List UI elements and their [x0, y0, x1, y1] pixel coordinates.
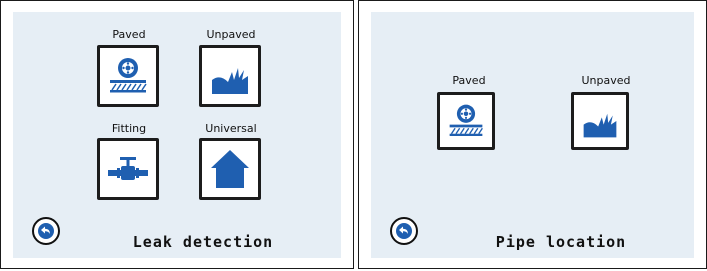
fitting-button[interactable] [97, 138, 159, 200]
paved-button[interactable] [97, 45, 159, 107]
paved-road-wheel-icon [110, 58, 147, 93]
leak-detection-panel: Paved Unpaved Fitting Universal Leak det… [0, 0, 354, 269]
tile-label-paved: Paved [112, 28, 146, 41]
back-arrow-icon [38, 223, 54, 239]
universal-button[interactable] [199, 138, 261, 200]
leak-detection-screen: Paved Unpaved Fitting Universal Leak det… [13, 12, 341, 258]
paved-button[interactable] [437, 92, 495, 150]
back-arrow-icon [396, 223, 412, 239]
pipe-location-screen: Paved Unpaved Pipe location [371, 12, 694, 258]
pipe-valve-icon [108, 157, 148, 180]
pipe-location-panel: Paved Unpaved Pipe location [358, 0, 707, 269]
tile-label-paved: Paved [452, 74, 486, 87]
tile-label-universal: Universal [205, 122, 257, 135]
tile-label-unpaved: Unpaved [206, 28, 256, 41]
house-icon [211, 150, 249, 188]
unpaved-button[interactable] [199, 45, 261, 107]
page-title: Leak detection [132, 233, 274, 251]
paved-road-wheel-icon [449, 104, 483, 136]
unpaved-grass-icon [212, 68, 248, 94]
back-button[interactable] [390, 217, 418, 245]
back-button[interactable] [32, 217, 60, 245]
tile-label-fitting: Fitting [111, 122, 147, 135]
unpaved-button[interactable] [571, 92, 629, 150]
page-title: Pipe location [495, 233, 627, 251]
unpaved-grass-icon [583, 113, 617, 138]
tile-label-unpaved: Unpaved [581, 74, 631, 87]
